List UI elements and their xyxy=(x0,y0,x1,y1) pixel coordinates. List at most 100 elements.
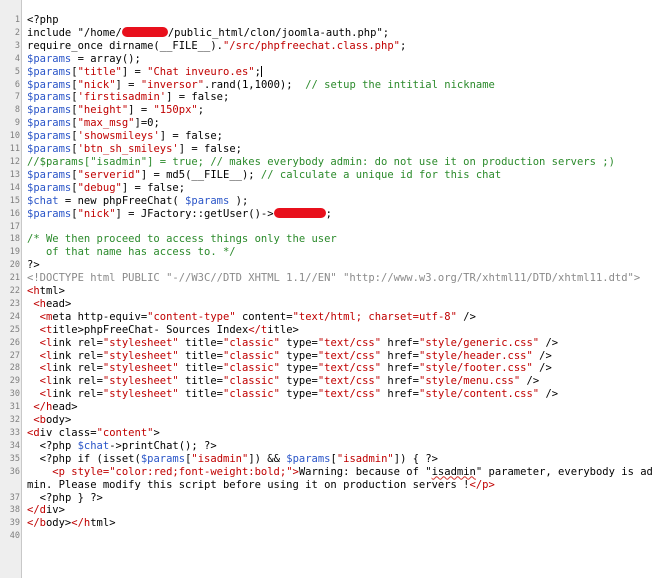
line-number: 26 xyxy=(9,337,20,348)
code-line[interactable]: 18 /* We then proceed to access things on… xyxy=(0,233,662,246)
code-area[interactable]: 1 <?php 2 include "/home//public_html/clon/… xyxy=(0,14,662,543)
line-number: 32 xyxy=(9,415,20,426)
code-line[interactable]: 2 include "/home//public_html/clon/joomla… xyxy=(0,26,662,40)
line-number: 9 xyxy=(14,118,20,129)
line-number: 10 xyxy=(9,131,20,142)
line-text: $chat = new phpFreeChat( $params ); xyxy=(27,194,249,207)
line-text: $params["serverid"] = md5(__FILE__); // … xyxy=(27,168,502,181)
code-line[interactable]: 5 $params["title"] = "Chat inveuro.es"; xyxy=(0,65,662,79)
code-line[interactable]: 26 <link rel="stylesheet" title="classic… xyxy=(0,337,662,350)
line-number: 27 xyxy=(9,350,20,361)
code-line[interactable]: 8 $params["height"] = "150px"; xyxy=(0,104,662,117)
line-number: 13 xyxy=(9,169,20,180)
line-text: <head> xyxy=(33,297,72,310)
line-text: $params['btn_sh_smileys'] = false; xyxy=(27,143,242,156)
code-line[interactable]: 21 <!DOCTYPE html PUBLIC "-//W3C//DTD XHT… xyxy=(0,272,662,285)
line-text: $params["nick"] = "inversor".rand(1,1000… xyxy=(27,78,495,91)
line-text: <html> xyxy=(27,285,65,298)
code-line[interactable]: 36 <p style="color:red;font-weight:bold;… xyxy=(0,466,662,492)
line-text: <?php $chat->printChat(); ?> xyxy=(39,439,217,452)
line-number: 16 xyxy=(9,208,20,219)
line-text: <?php if (isset($params["isadmin"]) && $… xyxy=(39,452,439,465)
line-text: /* We then proceed to access things only… xyxy=(27,233,337,246)
line-text: <body> xyxy=(33,414,72,427)
line-text: <p style="color:red;font-weight:bold;">W… xyxy=(27,465,653,491)
code-line[interactable]: 25 <title>phpFreeChat- Sources Index</ti… xyxy=(0,324,662,337)
code-line[interactable]: 17 xyxy=(0,221,662,234)
line-text: <link rel="stylesheet" title="classic" t… xyxy=(39,388,559,401)
code-line[interactable]: 38 </div> xyxy=(0,504,662,517)
line-number: 15 xyxy=(9,195,20,206)
code-line[interactable]: 15 $chat = new phpFreeChat( $params ); xyxy=(0,195,662,208)
line-number: 38 xyxy=(9,505,20,516)
line-number: 17 xyxy=(9,221,20,232)
line-number: 39 xyxy=(9,518,20,529)
code-line[interactable]: 24 <meta http-equiv="content-type" conte… xyxy=(0,311,662,324)
line-number: 31 xyxy=(9,402,20,413)
line-number: 19 xyxy=(9,247,20,258)
code-line[interactable]: 16 $params["nick"] = JFactory::getUser()-… xyxy=(0,207,662,221)
line-number: 34 xyxy=(9,440,20,451)
line-number: 25 xyxy=(9,324,20,335)
code-line[interactable]: 28 <link rel="stylesheet" title="classic… xyxy=(0,362,662,375)
redaction-mark xyxy=(121,26,168,37)
line-number: 8 xyxy=(14,105,20,116)
line-text: <link rel="stylesheet" title="classic" t… xyxy=(39,362,552,375)
code-line[interactable]: 33 <div class="content"> xyxy=(0,427,662,440)
code-line[interactable]: 30 <link rel="stylesheet" title="classic… xyxy=(0,388,662,401)
line-text: require_once dirname(__FILE__)."/src/php… xyxy=(27,39,407,52)
code-line[interactable]: 19 of that name has access to. */ xyxy=(0,246,662,259)
line-text: $params['firstisadmin'] = false; xyxy=(27,91,230,104)
code-line[interactable]: 40 xyxy=(0,530,662,543)
line-text: $params["debug"] = false; xyxy=(27,181,186,194)
code-line[interactable]: 9 $params["max_msg"]=0; xyxy=(0,117,662,130)
code-line[interactable]: 4 $params = array(); xyxy=(0,53,662,66)
code-line[interactable]: 27 <link rel="stylesheet" title="classic… xyxy=(0,350,662,363)
line-text: <!DOCTYPE html PUBLIC "-//W3C//DTD XHTML… xyxy=(27,272,641,285)
code-editor[interactable]: 1 <?php 2 include "/home//public_html/clon/… xyxy=(0,0,662,578)
code-line[interactable]: 1 <?php xyxy=(0,14,662,27)
line-text: $params["nick"] = JFactory::getUser()->; xyxy=(27,207,332,220)
code-line[interactable]: 39 </body></html> xyxy=(0,517,662,530)
line-number: 37 xyxy=(9,492,20,503)
code-line[interactable]: 20 ?> xyxy=(0,259,662,272)
line-text: </body></html> xyxy=(27,517,116,530)
code-line[interactable]: 35 <?php if (isset($params["isadmin"]) &… xyxy=(0,453,662,466)
code-line[interactable]: 31 </head> xyxy=(0,401,662,414)
line-number: 21 xyxy=(9,273,20,284)
line-text: $params["title"] = "Chat inveuro.es"; xyxy=(27,65,262,78)
line-number: 35 xyxy=(9,453,20,464)
line-number: 30 xyxy=(9,389,20,400)
code-line[interactable]: 11 $params['btn_sh_smileys'] = false; xyxy=(0,143,662,156)
code-line[interactable]: 32 <body> xyxy=(0,414,662,427)
line-text: </div> xyxy=(27,504,65,517)
line-text: <div class="content"> xyxy=(27,427,160,439)
code-line[interactable]: 23 <head> xyxy=(0,298,662,311)
line-text xyxy=(20,221,659,234)
line-text: $params["height"] = "150px"; xyxy=(27,104,205,117)
line-number: 14 xyxy=(9,182,20,193)
code-line[interactable]: 34 <?php $chat->printChat(); ?> xyxy=(0,440,662,453)
line-text: $params["max_msg"]=0; xyxy=(27,117,160,130)
code-line[interactable]: 14 $params["debug"] = false; xyxy=(0,182,662,195)
code-line[interactable]: 37 <?php } ?> xyxy=(0,492,662,505)
code-line[interactable]: 22 <html> xyxy=(0,285,662,298)
code-line[interactable]: 12 //$params["isadmin"] = true; // makes … xyxy=(0,156,662,169)
line-text: <link rel="stylesheet" title="classic" t… xyxy=(39,349,552,362)
line-number: 24 xyxy=(9,311,20,322)
code-line[interactable]: 13 $params["serverid"] = md5(__FILE__); /… xyxy=(0,169,662,182)
code-line[interactable]: 10 $params['showsmileys'] = false; xyxy=(0,130,662,143)
line-number: 28 xyxy=(9,363,20,374)
line-number: 18 xyxy=(9,234,20,245)
text-cursor xyxy=(260,65,262,77)
line-number: 5 xyxy=(14,66,20,77)
line-number: 7 xyxy=(14,92,20,103)
code-line[interactable]: 6 $params["nick"] = "inversor".rand(1,100… xyxy=(0,79,662,92)
code-line[interactable]: 29 <link rel="stylesheet" title="classic… xyxy=(0,375,662,388)
line-number: 36 xyxy=(9,466,20,477)
line-text: <meta http-equiv="content-type" content=… xyxy=(39,310,476,323)
code-line[interactable]: 7 $params['firstisadmin'] = false; xyxy=(0,91,662,104)
line-text: include "/home//public_html/clon/joomla-… xyxy=(27,26,390,39)
line-text: $params['showsmileys'] = false; xyxy=(27,130,223,143)
code-line[interactable]: 3 require_once dirname(__FILE__)."/src/ph… xyxy=(0,40,662,53)
